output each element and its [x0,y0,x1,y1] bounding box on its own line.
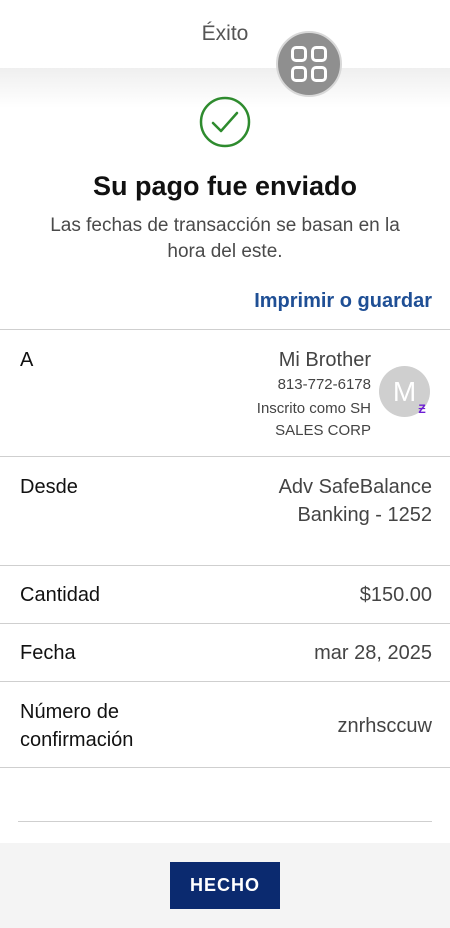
success-title: Su pago fue enviado [92,171,358,201]
recipient-phone: 813-772-6178 [277,376,371,393]
date-label: Fecha [20,642,76,664]
check-circle-icon [199,96,251,148]
to-label: A [20,349,34,371]
confirmation-label-line2: confirmación [20,729,134,751]
from-label: Desde [20,476,78,498]
confirmation-number: znrhsccuw [337,715,432,737]
amount-label: Cantidad [20,584,101,606]
from-account-line1: Adv SafeBalance [278,476,432,498]
top-bar: Éxito [0,0,450,70]
timezone-note: Las fechas de transacción se basan en la… [50,215,400,262]
page-title: Éxito [201,22,249,45]
recipient-enrolled-line2: SALES CORP [275,422,371,439]
date-value: mar 28, 2025 [314,642,432,664]
recipient-name: Mi Brother [278,349,371,371]
confirmation-label-line1: Número de [20,701,119,723]
divider [0,329,450,330]
divider [0,565,450,566]
amount-value: $150.00 [359,584,432,606]
divider [0,623,450,624]
recipient-enrolled-line1: Inscrito como SH [256,400,371,417]
divider [0,767,450,768]
divider [0,681,450,682]
from-account-line2: Banking - 1252 [297,504,432,526]
done-button[interactable]: HECHO [170,862,280,909]
zelle-icon: Ƶ [418,402,426,416]
floating-grid-button[interactable] [276,31,342,97]
print-or-save-link[interactable]: Imprimir o guardar [254,290,432,313]
divider [0,456,450,457]
divider [18,821,432,822]
